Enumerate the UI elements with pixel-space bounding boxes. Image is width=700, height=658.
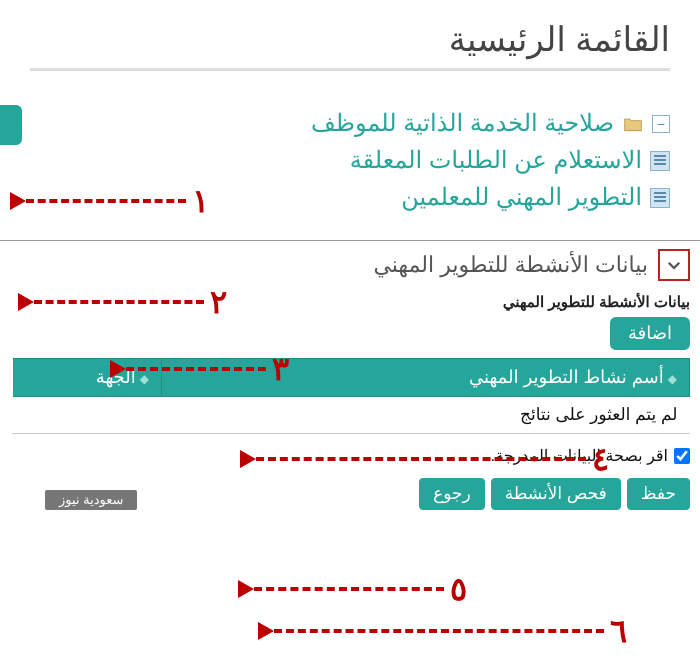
folder-icon xyxy=(622,113,644,135)
check-button[interactable]: فحص الأنشطة xyxy=(491,478,621,510)
subsection-label: بيانات الأنشطة للتطوير المهني xyxy=(10,293,690,311)
sort-icon: ◆ xyxy=(668,372,677,386)
chevron-down-icon xyxy=(665,256,683,274)
annotation-6: ٦ xyxy=(610,612,627,650)
table-row: لم يتم العثور على نتائج xyxy=(12,397,690,434)
page-title: القائمة الرئيسية xyxy=(30,20,670,71)
document-icon xyxy=(650,151,670,171)
confirm-label: اقر بصحة البيانات المدرجة. xyxy=(491,446,668,466)
side-tab[interactable] xyxy=(0,105,22,145)
no-results-cell: لم يتم العثور على نتائج xyxy=(12,397,690,434)
nav-link-label[interactable]: التطوير المهني للمعلمين xyxy=(401,183,642,212)
watermark: سعودية نيوز xyxy=(45,490,137,510)
annotation-5: ٥ xyxy=(450,570,467,608)
expand-toggle[interactable] xyxy=(658,249,690,281)
collapse-icon[interactable]: − xyxy=(652,115,670,133)
confirm-checkbox[interactable] xyxy=(674,448,690,464)
nav-item-pending[interactable]: الاستعلام عن الطلبات المعلقة xyxy=(10,146,670,175)
nav-link-label[interactable]: الاستعلام عن الطلبات المعلقة xyxy=(350,146,642,175)
section-title: بيانات الأنشطة للتطوير المهني xyxy=(373,252,648,278)
back-button[interactable]: رجوع xyxy=(419,478,485,510)
document-icon xyxy=(650,188,670,208)
add-button[interactable]: اضافة xyxy=(610,317,690,350)
nav-tree: − صلاحية الخدمة الذاتية للموظف الاستعلام… xyxy=(0,91,700,230)
save-button[interactable]: حفظ xyxy=(627,478,690,510)
nav-item-prof-dev[interactable]: التطوير المهني للمعلمين xyxy=(10,183,670,212)
section-header: بيانات الأنشطة للتطوير المهني xyxy=(0,240,700,289)
nav-item-self-service[interactable]: − صلاحية الخدمة الذاتية للموظف xyxy=(10,109,670,138)
col-entity[interactable]: ◆الجهة xyxy=(12,359,162,397)
sort-icon: ◆ xyxy=(140,372,149,386)
activities-table: ◆أسم نشاط التطوير المهني ◆الجهة لم يتم ا… xyxy=(10,358,690,434)
confirm-row: اقر بصحة البيانات المدرجة. xyxy=(0,438,700,474)
nav-link-label[interactable]: صلاحية الخدمة الذاتية للموظف xyxy=(311,109,614,138)
col-activity-name[interactable]: ◆أسم نشاط التطوير المهني xyxy=(162,359,690,397)
